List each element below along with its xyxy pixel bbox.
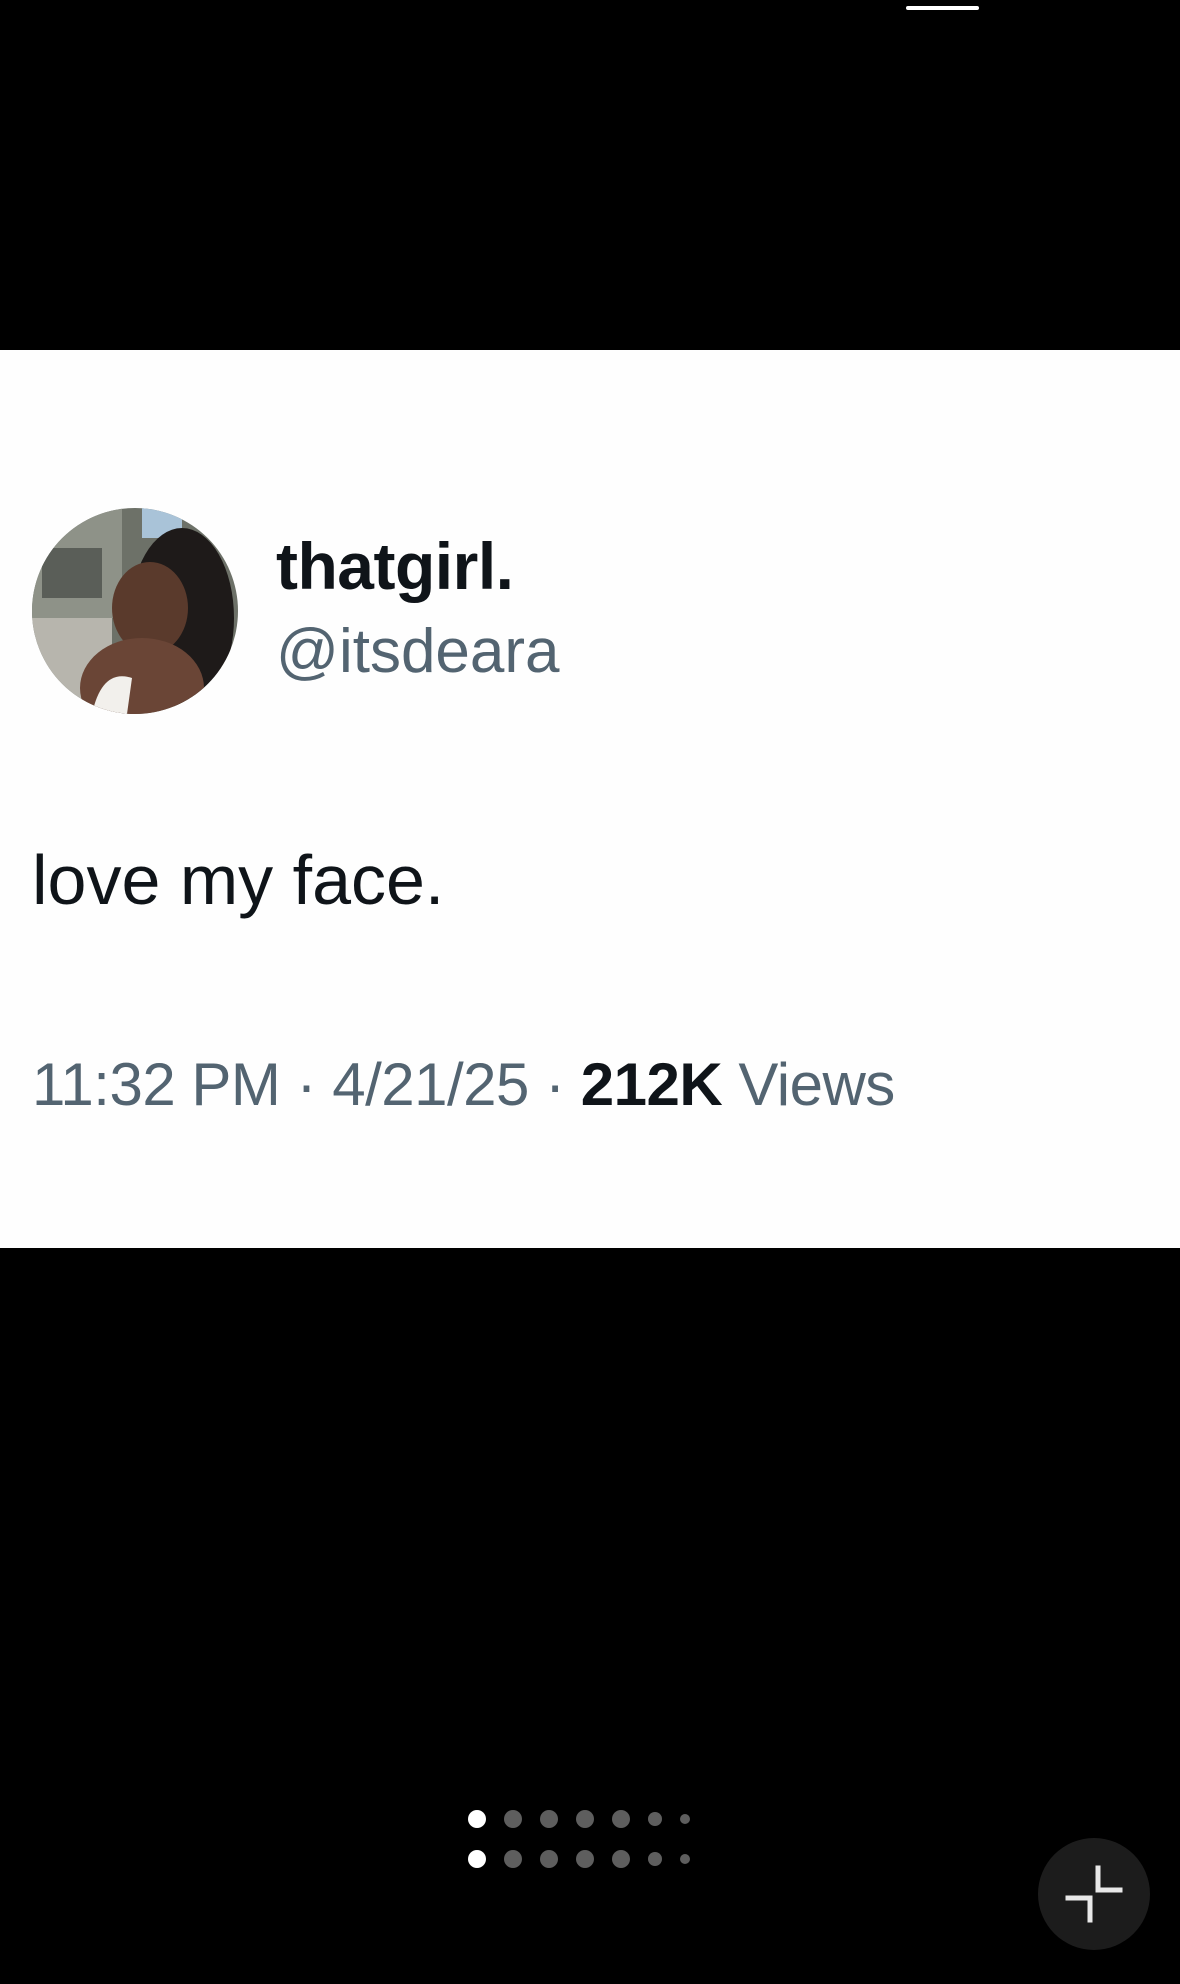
page-dot[interactable] [504,1850,522,1868]
page-dot[interactable] [540,1810,558,1828]
page-dot[interactable] [680,1814,690,1824]
tweet-time[interactable]: 11:32 PM [32,1051,281,1118]
page-dot[interactable] [468,1810,486,1828]
page-indicator [468,1850,708,1868]
tweet-card[interactable]: thatgirl. @itsdeara love my face. 11:32 … [0,350,1180,1248]
page-dot[interactable] [612,1810,630,1828]
page-dot[interactable] [612,1850,630,1868]
page-dot[interactable] [680,1854,690,1864]
tweet-text: love my face. [32,841,445,919]
meta-separator: · [296,1051,317,1118]
page-indicator [468,1810,708,1828]
collapse-button[interactable] [1038,1838,1150,1950]
avatar[interactable] [32,508,238,714]
page-dot[interactable] [468,1850,486,1868]
top-progress-indicator [906,6,979,10]
page-dot[interactable] [504,1810,522,1828]
views-label: Views [738,1051,895,1118]
meta-separator: · [545,1051,565,1118]
page-dot[interactable] [540,1850,558,1868]
page-dot[interactable] [576,1850,594,1868]
profile-photo [32,508,238,714]
tweet-metadata: 11:32 PM · 4/21/25 · 212K Views [32,1050,895,1119]
display-name[interactable]: thatgirl. [276,528,514,604]
page-dot[interactable] [648,1852,662,1866]
tweet-date[interactable]: 4/21/25 [332,1051,529,1118]
collapse-arrows-icon [1065,1865,1123,1923]
page-dot[interactable] [576,1810,594,1828]
user-handle[interactable]: @itsdeara [276,616,560,687]
page-dot[interactable] [648,1812,662,1826]
views-count: 212K [580,1051,723,1118]
